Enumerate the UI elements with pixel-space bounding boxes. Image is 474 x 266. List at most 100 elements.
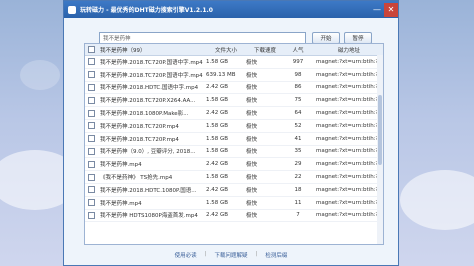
row-checkbox[interactable] (85, 96, 98, 104)
row-checkbox[interactable] (85, 147, 98, 155)
cell-magnet: magnet:?xt=urn:btih:? (316, 110, 379, 117)
cell-name: 我不是药神.2018.TC720P.国语中字.mp4 (100, 72, 203, 79)
checkbox-box[interactable] (88, 122, 95, 130)
cell-magnet: magnet:?xt=urn:btih:? (316, 174, 379, 181)
table-row[interactable]: 我不是药神.mp4 1.58 GB 极快 11 magnet:?xt=urn:btih:… (85, 197, 383, 210)
results-table: 我不是药神（99） 文件大小 下载速度 人气 磁力地址 我不是药神.2018.T… (84, 43, 384, 245)
column-header-name[interactable]: 我不是药神（99） (98, 46, 206, 54)
row-checkbox[interactable] (85, 83, 98, 91)
cell-size: 2.42 GB (206, 186, 229, 193)
cell-speed: 极快 (246, 72, 258, 79)
cell-speed: 极快 (246, 213, 258, 220)
column-header-popularity[interactable]: 人气 (284, 46, 312, 54)
column-header-magnet[interactable]: 磁力地址 (312, 46, 382, 54)
checkbox-box[interactable] (88, 109, 95, 117)
cell-popularity: 11 (294, 199, 302, 206)
cell-magnet: magnet:?xt=urn:btih:? (316, 84, 379, 91)
cell-name: 我不是药神.mp4 (100, 162, 142, 169)
checkbox-box[interactable] (88, 58, 95, 66)
row-checkbox[interactable] (85, 109, 98, 117)
cell-size: 639.13 MB (206, 71, 236, 78)
cell-speed: 极快 (246, 200, 258, 207)
table-row[interactable]: 我不是药神.2018.TC720P.mp4 1.58 GB 极快 41 magnet:?… (85, 133, 383, 146)
row-checkbox[interactable] (85, 71, 98, 79)
cell-popularity: 18 (294, 186, 302, 193)
table-row[interactable]: 我不是药神.2018.1080P.Make影... 2.42 GB 极快 64 magn… (85, 107, 383, 120)
app-window: 玩转磁力 - 最优秀的DHT磁力搜索引擎V1.2.1.0 — ✕ 开始 暂停 我… (63, 0, 399, 266)
cell-size: 2.42 GB (206, 212, 229, 219)
cell-size: 1.58 GB (206, 199, 229, 206)
cell-magnet: magnet:?xt=urn:btih:? (316, 97, 379, 104)
row-checkbox[interactable] (85, 58, 98, 66)
footer-separator: | (255, 251, 258, 257)
title-bar[interactable]: 玩转磁力 - 最优秀的DHT磁力搜索引擎V1.2.1.0 — ✕ (64, 1, 398, 18)
checkbox-box[interactable] (88, 186, 95, 194)
cell-size: 1.58 GB (206, 148, 229, 155)
cell-name: 我不是药神.2018.HDTC.国语中字.mp4 (100, 85, 199, 92)
footer-link-usage[interactable]: 使用必读 (175, 251, 197, 259)
cell-popularity: 997 (292, 58, 304, 65)
row-checkbox[interactable] (85, 173, 98, 181)
cell-popularity: 22 (294, 174, 302, 181)
cell-size: 2.42 GB (206, 161, 229, 168)
table-row[interactable]: 我不是药神.2018.TC720P.国语中字.mp4 1.58 GB 极快 997 ma… (85, 56, 383, 69)
close-button[interactable]: ✕ (384, 2, 398, 17)
select-all-checkbox[interactable] (85, 46, 98, 53)
table-row[interactable]: 我不是药神.2018.TC720P.X264.AA... 1.58 GB 极快 75 m… (85, 94, 383, 108)
checkbox-box[interactable] (88, 71, 95, 79)
cell-name: 我不是药神（9.0）, 豆瓣评分, 2018... (100, 149, 196, 156)
row-checkbox[interactable] (85, 160, 98, 168)
row-checkbox[interactable] (85, 122, 98, 130)
cell-magnet: magnet:?xt=urn:btih:? (316, 186, 379, 193)
table-row[interactable]: 我不是药神.2018.HDTC.1080P.国语... 2.42 GB 极快 18 ma… (85, 184, 383, 197)
scroll-thumb[interactable] (378, 95, 382, 165)
table-row[interactable]: 我不是药神 HDTS1080P海盗首发.mp4 2.42 GB 极快 7 magnet:… (85, 210, 383, 223)
row-checkbox[interactable] (85, 135, 98, 143)
footer-link-suffix[interactable]: 检测后缀 (265, 251, 287, 259)
table-row[interactable]: 我不是药神（9.0）, 豆瓣评分, 2018... 1.58 GB 极快 35 magn… (85, 146, 383, 159)
table-row[interactable]: 我不是药神.2018.TC720P.mp4 1.58 GB 极快 52 magnet:?… (85, 120, 383, 133)
checkbox-box[interactable] (88, 96, 95, 104)
cell-popularity: 86 (294, 84, 302, 91)
app-icon (68, 5, 76, 14)
checkbox-box[interactable] (88, 211, 95, 219)
cell-speed: 极快 (246, 85, 258, 92)
row-checkbox[interactable] (85, 199, 98, 207)
cell-size: 1.58 GB (206, 58, 229, 65)
cell-popularity: 64 (294, 110, 302, 117)
cell-magnet: magnet:?xt=urn:btih:? (316, 135, 379, 142)
checkbox-box[interactable] (88, 46, 95, 53)
cell-size: 2.42 GB (206, 110, 229, 117)
vertical-scrollbar[interactable] (377, 55, 383, 244)
cell-name: 我不是药神 HDTS1080P海盗首发.mp4 (100, 213, 198, 220)
checkbox-box[interactable] (88, 83, 95, 91)
checkbox-box[interactable] (88, 135, 95, 143)
row-checkbox[interactable] (85, 211, 98, 219)
footer-links: 使用必读 | 下载问题解疑 | 检测后缀 (64, 251, 398, 259)
cell-magnet: magnet:?xt=urn:btih:? (316, 122, 379, 129)
window-title: 玩转磁力 - 最优秀的DHT磁力搜索引擎V1.2.1.0 (80, 7, 213, 14)
table-row[interactable]: 我不是药神.2018.TC720P.国语中字.mp4 639.13 MB 极快 98 m… (85, 69, 383, 82)
table-row[interactable]: 我不是药神.2018.HDTC.国语中字.mp4 2.42 GB 极快 86 magne… (85, 82, 383, 95)
cell-speed: 极快 (246, 59, 258, 66)
table-row[interactable]: 我不是药神.mp4 2.42 GB 极快 29 magnet:?xt=urn:btih:… (85, 158, 383, 172)
cell-popularity: 75 (294, 97, 302, 104)
checkbox-box[interactable] (88, 160, 95, 168)
footer-separator: | (204, 251, 207, 257)
checkbox-box[interactable] (88, 147, 95, 155)
cell-speed: 极快 (246, 98, 258, 105)
checkbox-box[interactable] (88, 199, 95, 207)
table-row[interactable]: 《我不是药神》 TS抢先.mp4 1.58 GB 极快 22 magnet:?xt=ur… (85, 171, 383, 184)
footer-link-faq[interactable]: 下载问题解疑 (214, 251, 247, 259)
minimize-button[interactable]: — (370, 3, 384, 17)
row-checkbox[interactable] (85, 186, 98, 194)
cell-size: 1.58 GB (206, 122, 229, 129)
cell-speed: 极快 (246, 175, 258, 182)
cell-name: 我不是药神.mp4 (100, 200, 142, 207)
column-header-speed[interactable]: 下载速度 (246, 46, 284, 54)
cell-size: 1.58 GB (206, 97, 229, 104)
checkbox-box[interactable] (88, 173, 95, 181)
cell-speed: 极快 (246, 111, 258, 118)
column-header-size[interactable]: 文件大小 (206, 46, 246, 54)
cell-magnet: magnet:?xt=urn:btih:? (316, 161, 379, 168)
